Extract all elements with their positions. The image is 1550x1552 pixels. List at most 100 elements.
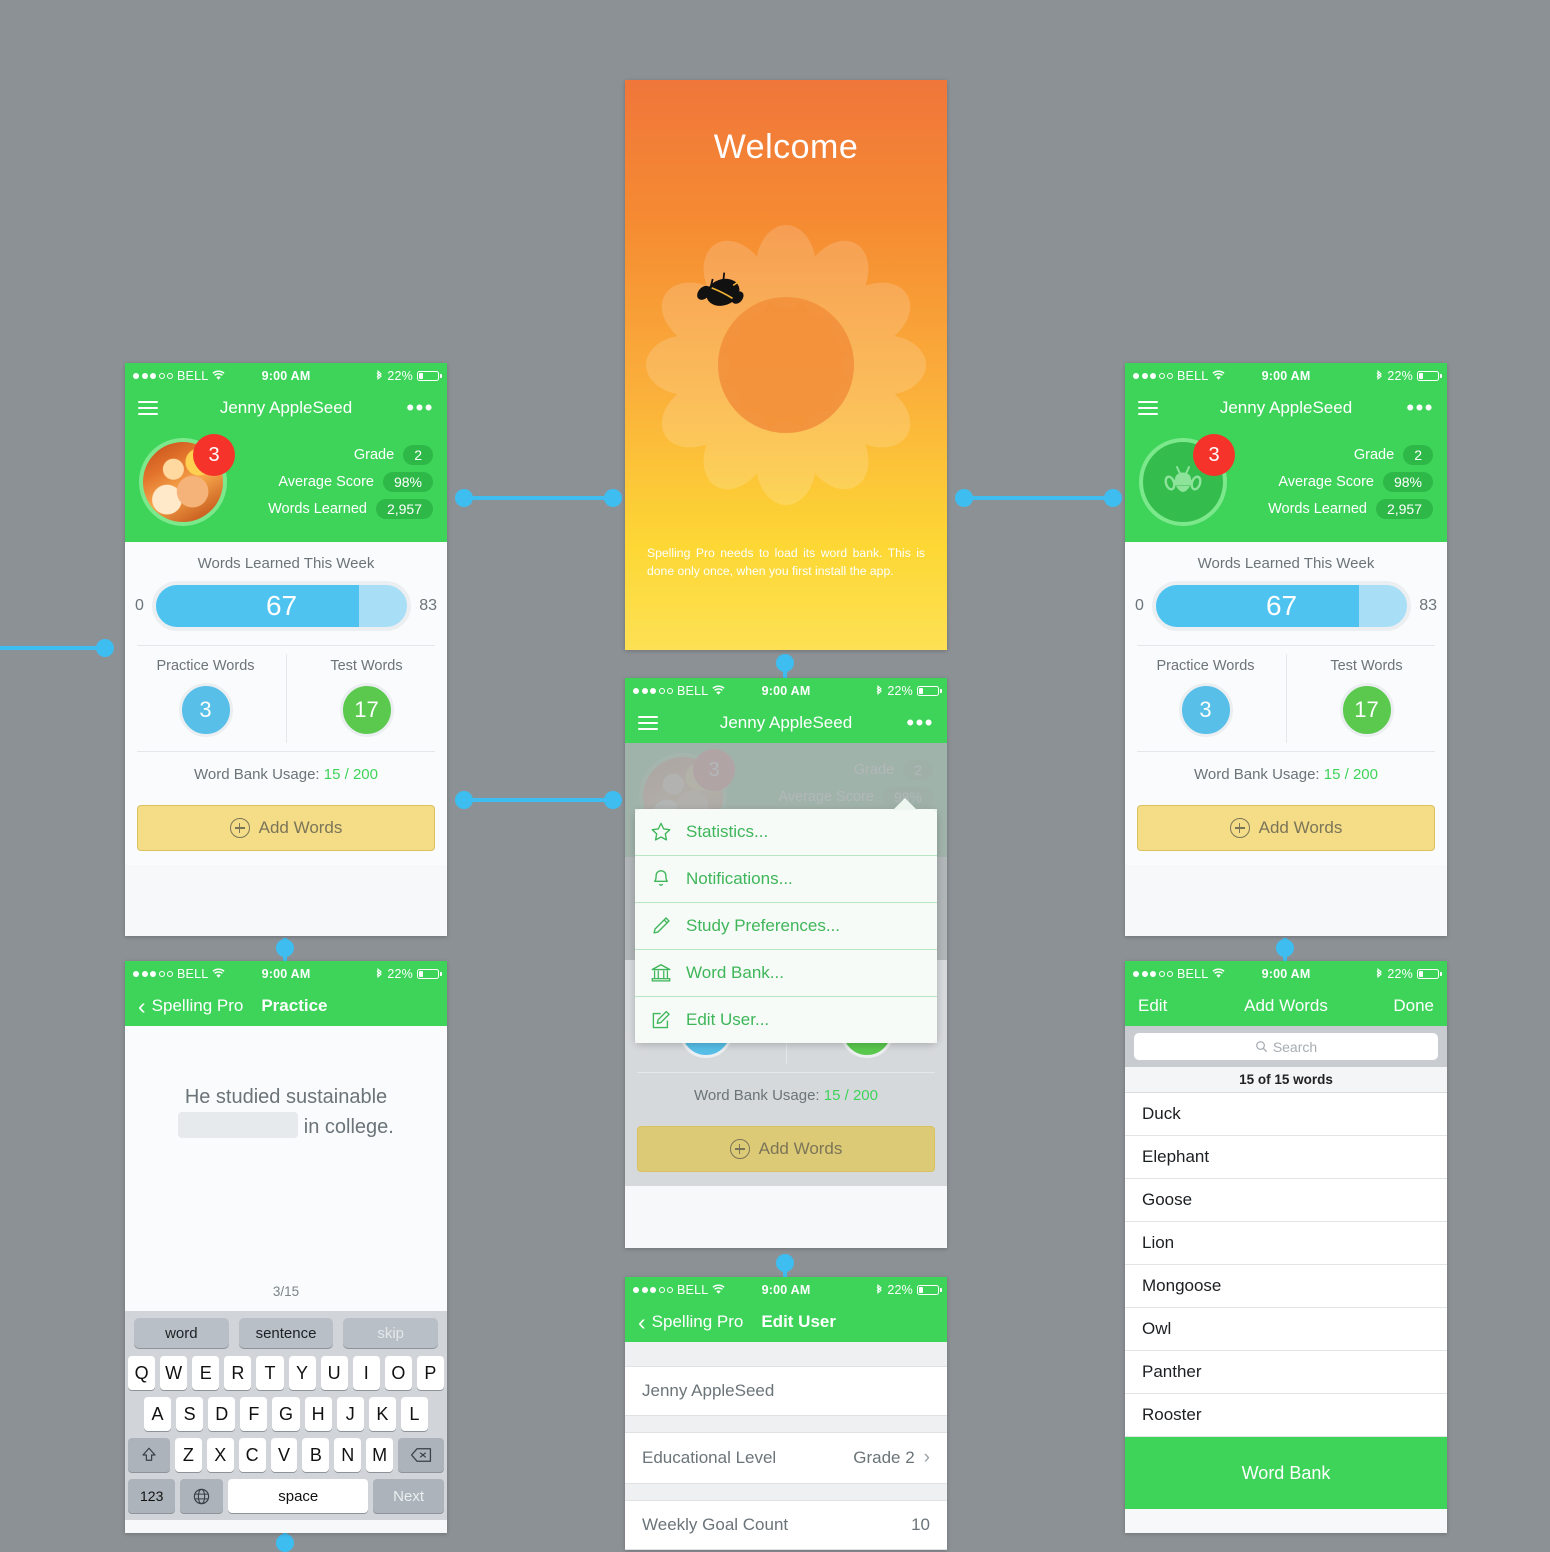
menu-item-word-bank[interactable]: Word Bank... <box>635 950 937 997</box>
globe-icon[interactable] <box>180 1479 224 1513</box>
key-numbers[interactable]: 123 <box>128 1479 176 1513</box>
test-words-stat[interactable]: Test Words 17 <box>286 646 447 751</box>
key-d[interactable]: D <box>208 1397 236 1431</box>
progress-value: 67 <box>1265 590 1298 621</box>
connector-endpoint <box>604 489 622 507</box>
key-p[interactable]: P <box>416 1356 444 1390</box>
key-l[interactable]: L <box>400 1397 428 1431</box>
edit-button[interactable]: Edit <box>1138 996 1167 1016</box>
chevron-left-icon[interactable]: ‹ <box>638 1310 646 1334</box>
connector-endpoint <box>776 654 794 672</box>
test-words-value: 17 <box>1339 683 1394 737</box>
connector-endpoint <box>455 489 473 507</box>
key-k[interactable]: K <box>368 1397 396 1431</box>
key-a[interactable]: A <box>144 1397 172 1431</box>
notification-badge[interactable]: 3 <box>193 434 235 476</box>
avatar-wrapper[interactable]: 3 <box>1139 434 1235 526</box>
hamburger-icon[interactable] <box>638 715 658 731</box>
profile-stats: Grade 2 Average Score 98% Words Learned … <box>268 445 433 519</box>
list-item[interactable]: Elephant <box>1125 1136 1447 1179</box>
carrier-label: BELL <box>1177 966 1209 981</box>
key-e[interactable]: E <box>192 1356 220 1390</box>
list-item[interactable]: Rooster <box>1125 1394 1447 1437</box>
key-space[interactable]: space <box>228 1479 369 1513</box>
avatar-wrapper[interactable]: 3 <box>139 434 235 526</box>
key-next[interactable]: Next <box>373 1479 444 1513</box>
key-w[interactable]: W <box>160 1356 188 1390</box>
key-u[interactable]: U <box>320 1356 348 1390</box>
done-button[interactable]: Done <box>1393 996 1434 1016</box>
list-item[interactable]: Lion <box>1125 1222 1447 1265</box>
list-item[interactable]: Panther <box>1125 1351 1447 1394</box>
menu-item-edit-user[interactable]: Edit User... <box>635 997 937 1043</box>
week-title: Words Learned This Week <box>197 555 375 572</box>
plus-circle-icon <box>729 1139 750 1159</box>
add-words-button[interactable]: Add Words <box>1137 805 1435 851</box>
screen-home-left: BELL 9:00 AM 22% Jenny AppleSeed ••• 3 G… <box>125 363 447 936</box>
word-bank-usage: Word Bank Usage: 15 / 200 <box>625 1073 947 1104</box>
key-s[interactable]: S <box>176 1397 204 1431</box>
word-bank-button[interactable]: Word Bank <box>1125 1437 1447 1509</box>
field-weekly-goal-count[interactable]: Weekly Goal Count 10 <box>625 1500 947 1550</box>
field-educational-level[interactable]: Educational Level Grade 2 › <box>625 1432 947 1484</box>
key-o[interactable]: O <box>384 1356 412 1390</box>
ellipsis-icon[interactable]: ••• <box>406 397 434 419</box>
practice-words-label: Practice Words <box>1156 658 1255 674</box>
key-n[interactable]: N <box>334 1438 362 1472</box>
list-item[interactable]: Goose <box>1125 1179 1447 1222</box>
suggestion-skip[interactable]: skip <box>343 1318 439 1348</box>
list-item[interactable]: Owl <box>1125 1308 1447 1351</box>
menu-item-study-preferences[interactable]: Study Preferences... <box>635 903 937 950</box>
shift-icon[interactable] <box>128 1438 170 1472</box>
answer-blank[interactable] <box>178 1112 299 1138</box>
key-v[interactable]: V <box>270 1438 298 1472</box>
key-c[interactable]: C <box>238 1438 266 1472</box>
key-h[interactable]: H <box>304 1397 332 1431</box>
status-bar: BELL 9:00 AM 22% <box>1125 363 1447 388</box>
key-g[interactable]: G <box>272 1397 300 1431</box>
ellipsis-icon[interactable]: ••• <box>906 712 934 734</box>
wireframe-canvas: BELL 9:00 AM 22% Jenny AppleSeed ••• 3 G… <box>0 0 1550 1552</box>
carrier-label: BELL <box>677 683 709 698</box>
battery-percent: 22% <box>887 1282 913 1297</box>
key-f[interactable]: F <box>240 1397 268 1431</box>
list-item[interactable]: Mongoose <box>1125 1265 1447 1308</box>
key-j[interactable]: J <box>336 1397 364 1431</box>
practice-words-stat[interactable]: Practice Words 3 <box>125 646 286 751</box>
key-b[interactable]: B <box>302 1438 330 1472</box>
back-label[interactable]: Spelling Pro <box>152 996 244 1016</box>
backspace-icon[interactable] <box>398 1438 445 1472</box>
back-label[interactable]: Spelling Pro <box>652 1312 744 1332</box>
list-item[interactable]: Duck <box>1125 1093 1447 1136</box>
notification-badge[interactable]: 3 <box>1193 434 1235 476</box>
test-words-stat[interactable]: Test Words 17 <box>1286 646 1447 751</box>
add-words-button[interactable]: Add Words <box>637 1126 935 1172</box>
hamburger-icon[interactable] <box>1138 400 1158 416</box>
key-z[interactable]: Z <box>175 1438 202 1472</box>
ellipsis-icon[interactable]: ••• <box>1406 397 1434 419</box>
key-m[interactable]: M <box>366 1438 394 1472</box>
flower-icon <box>646 225 926 505</box>
keyboard-row-3: Z X C V B N M <box>128 1438 445 1472</box>
signal-dots-icon <box>1133 372 1173 379</box>
chevron-left-icon[interactable]: ‹ <box>138 994 146 1018</box>
add-words-button[interactable]: Add Words <box>137 805 435 851</box>
menu-item-statistics[interactable]: Statistics... <box>635 809 937 856</box>
key-t[interactable]: T <box>256 1356 284 1390</box>
keyboard: word sentence skip Q W E R T Y U I O P A… <box>125 1311 447 1520</box>
key-i[interactable]: I <box>352 1356 380 1390</box>
menu-item-notifications[interactable]: Notifications... <box>635 856 937 903</box>
battery-icon <box>917 1284 942 1295</box>
key-q[interactable]: Q <box>128 1356 156 1390</box>
plus-circle-icon <box>1229 818 1250 838</box>
search-input[interactable]: Search <box>1134 1033 1438 1060</box>
nav-bar: Edit Add Words Done <box>1125 986 1447 1026</box>
practice-words-stat[interactable]: Practice Words 3 <box>1125 646 1286 751</box>
suggestion-sentence[interactable]: sentence <box>238 1318 334 1348</box>
hamburger-icon[interactable] <box>138 400 158 416</box>
key-r[interactable]: R <box>224 1356 252 1390</box>
key-x[interactable]: X <box>206 1438 234 1472</box>
field-user-name[interactable]: Jenny AppleSeed <box>625 1366 947 1416</box>
key-y[interactable]: Y <box>288 1356 316 1390</box>
suggestion-word[interactable]: word <box>134 1318 229 1348</box>
